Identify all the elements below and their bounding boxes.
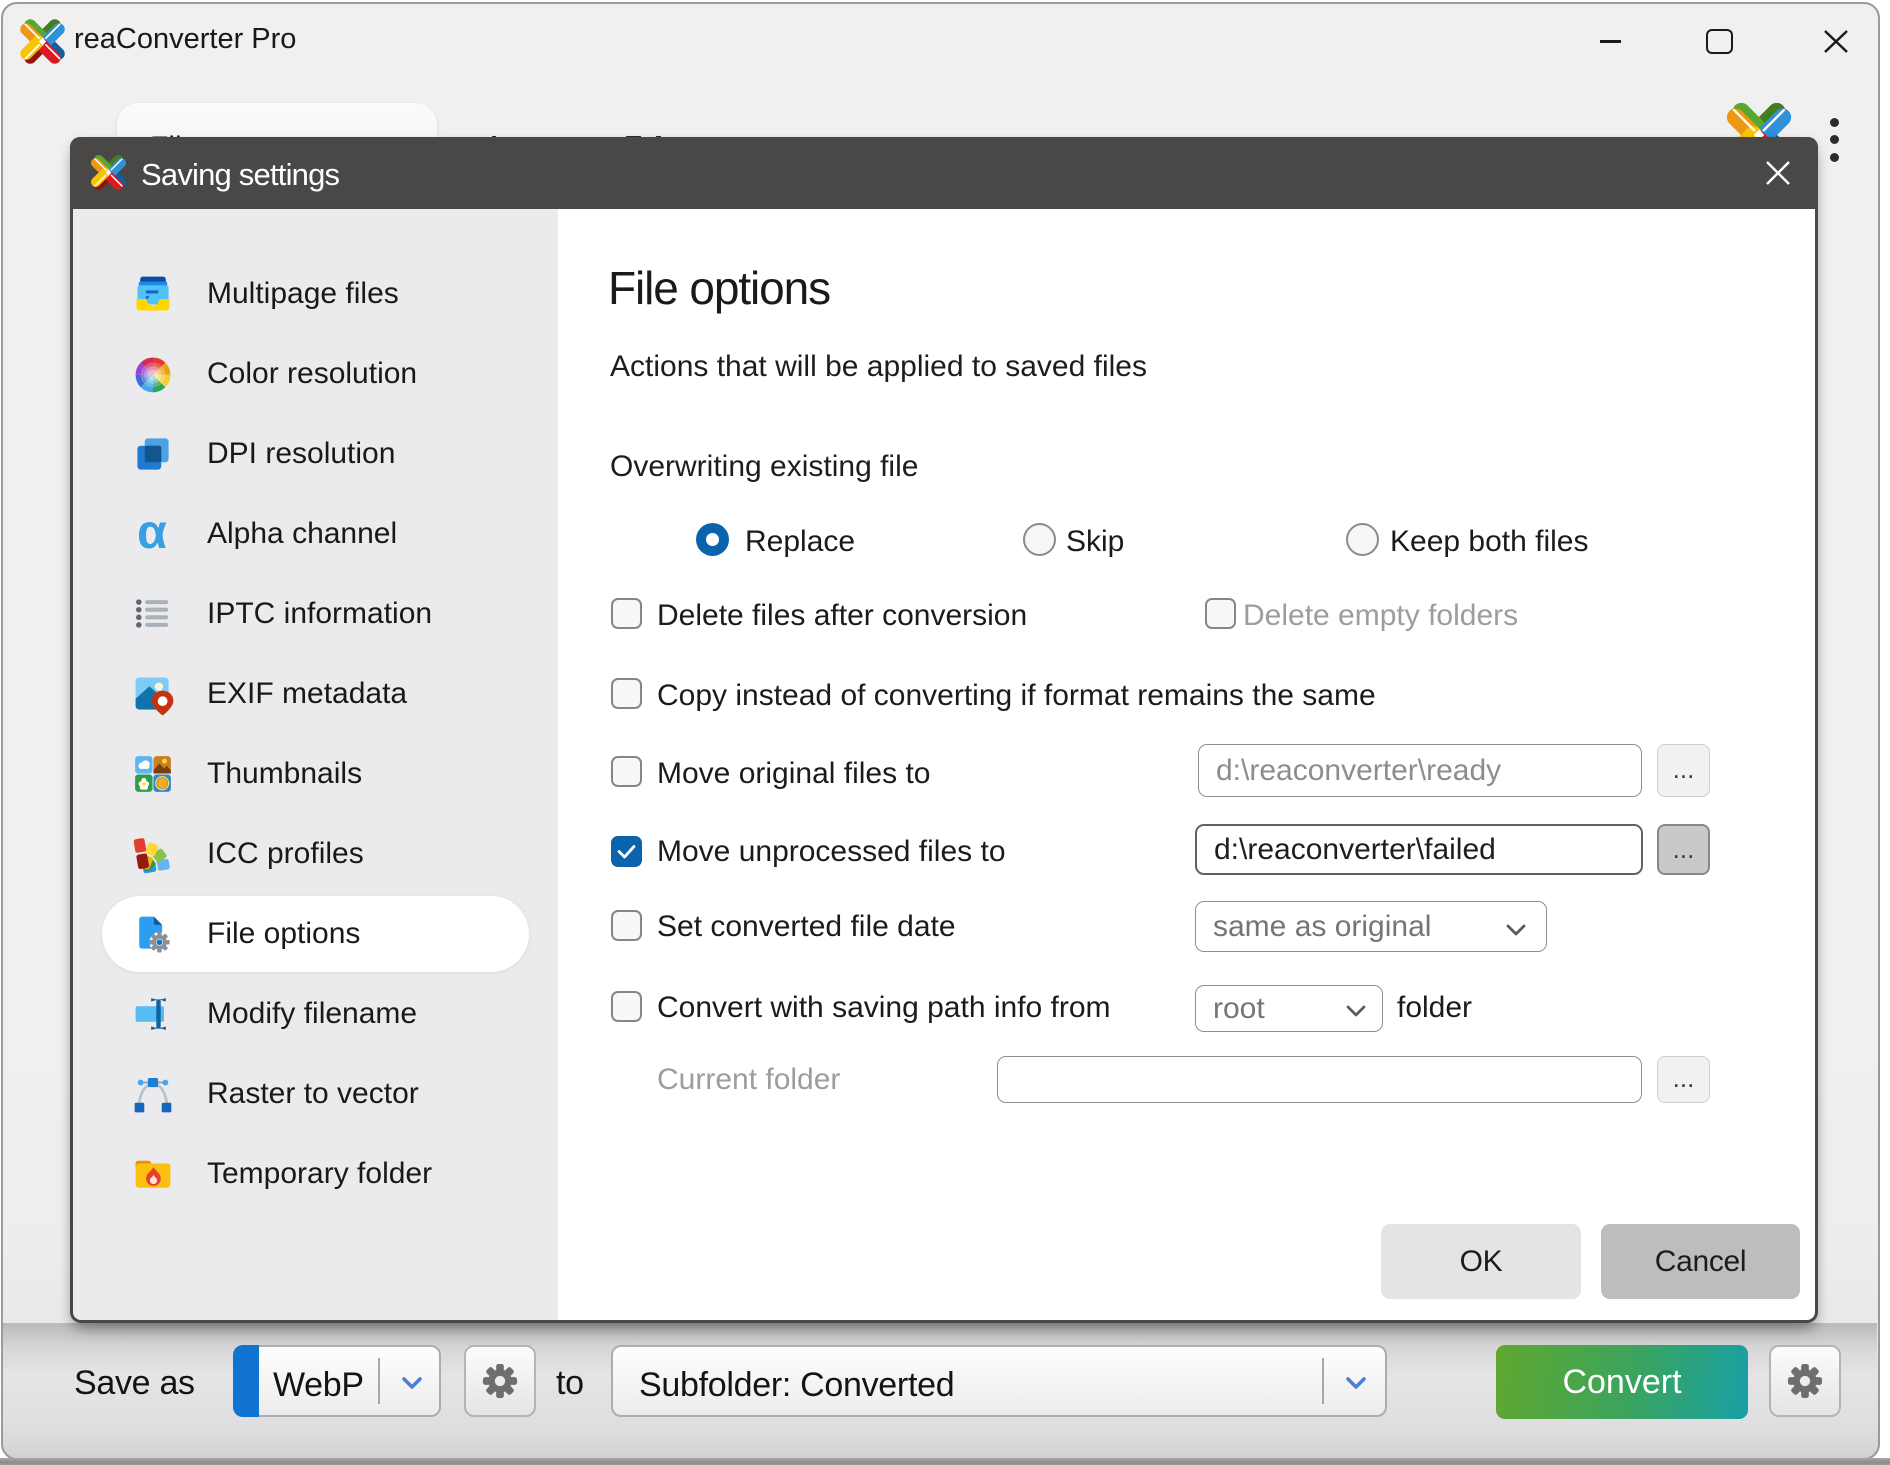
svg-text:α: α [137,512,167,556]
